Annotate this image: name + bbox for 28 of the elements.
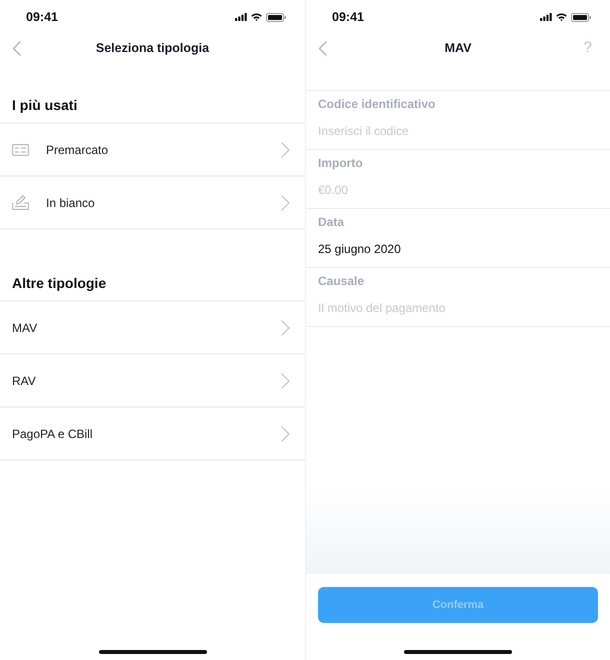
wifi-icon (251, 13, 262, 21)
pen-tray-icon (12, 195, 29, 210)
chevron-right-icon (281, 320, 290, 336)
screen-title: MAV (444, 40, 472, 56)
back-icon[interactable] (318, 40, 327, 56)
chevron-right-icon (281, 142, 290, 158)
field-label: Codice identificativo (318, 96, 436, 112)
field-label: Causale (318, 273, 366, 289)
status-time: 09:41 (332, 9, 364, 25)
section-heading: Altre tipologie (12, 275, 106, 291)
section-heading: I più usati (12, 97, 78, 113)
chevron-right-icon (281, 426, 290, 442)
home-indicator[interactable] (404, 650, 512, 654)
status-time: 09:41 (26, 9, 58, 25)
chevron-right-icon (281, 194, 290, 210)
back-icon[interactable] (12, 40, 21, 56)
home-indicator[interactable] (98, 650, 206, 654)
chevron-right-icon (281, 372, 290, 388)
signal-icon (235, 13, 247, 21)
battery-icon (571, 12, 591, 22)
field-label: Data (318, 214, 346, 230)
wifi-icon (556, 13, 567, 21)
card-icon (12, 144, 29, 156)
field-label: Importo (318, 155, 364, 171)
battery-icon (266, 12, 286, 22)
input-field[interactable]: 25 giugno 2020 (318, 241, 598, 257)
signal-icon (540, 13, 552, 21)
screen-title: Seleziona tipologia (94, 40, 210, 56)
